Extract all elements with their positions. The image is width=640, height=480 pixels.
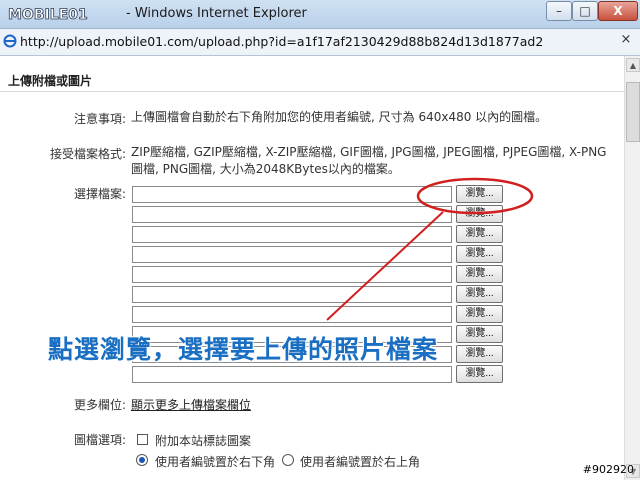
- scroll-thumb[interactable]: [626, 82, 640, 142]
- browse-button-7[interactable]: 瀏覽...: [456, 305, 503, 323]
- radio-top-right[interactable]: [282, 454, 294, 466]
- browse-button-8[interactable]: 瀏覽...: [456, 325, 503, 343]
- file-field-5[interactable]: [132, 266, 452, 283]
- close-icon[interactable]: ×: [618, 32, 634, 48]
- address-bar[interactable]: http://upload.mobile01.com/upload.php?id…: [0, 29, 640, 56]
- url-text[interactable]: http://upload.mobile01.com/upload.php?id…: [20, 34, 543, 49]
- maximize-button[interactable]: □: [572, 1, 598, 21]
- minimize-button[interactable]: –: [546, 1, 572, 21]
- file-field-10[interactable]: [132, 366, 452, 383]
- file-field-3[interactable]: [132, 226, 452, 243]
- file-field-6[interactable]: [132, 286, 452, 303]
- notice-text: 上傳圖檔會自動於右下角附加您的使用者編號, 尺寸為 640x480 以內的圖檔。: [131, 110, 548, 124]
- more-fields-link[interactable]: 顯示更多上傳檔案欄位: [131, 396, 251, 413]
- browse-button-5[interactable]: 瀏覽...: [456, 265, 503, 283]
- radio-top-right-label: 使用者編號置於右上角: [300, 455, 421, 469]
- browse-button-3[interactable]: 瀏覽...: [456, 225, 503, 243]
- browse-button-2[interactable]: 瀏覽...: [456, 205, 503, 223]
- browse-button-6[interactable]: 瀏覽...: [456, 285, 503, 303]
- mobile01-logo: MOBILE01: [8, 7, 88, 24]
- scroll-up-icon[interactable]: ▲: [626, 58, 640, 72]
- close-button[interactable]: X: [598, 1, 638, 21]
- radio-bottom-right[interactable]: [136, 454, 148, 466]
- file-field-4[interactable]: [132, 246, 452, 263]
- browse-button-9[interactable]: 瀏覽...: [456, 345, 503, 363]
- image-options-label: 圖檔選項:: [74, 433, 127, 447]
- window-titlebar: MOBILE01 - Windows Internet Explorer – □…: [0, 0, 640, 29]
- browse-button-10[interactable]: 瀏覽...: [456, 365, 503, 383]
- ie-icon: [3, 34, 17, 48]
- vertical-scrollbar[interactable]: ▲ ▼: [624, 56, 640, 480]
- svg-text:MOBILE01: MOBILE01: [8, 7, 88, 23]
- file-field-1[interactable]: [132, 186, 452, 203]
- file-field-7[interactable]: [132, 306, 452, 323]
- page-content: 上傳附檔或圖片 注意事項: 上傳圖檔會自動於右下角附加您的使用者編號, 尺寸為 …: [0, 56, 624, 480]
- formats-text: ZIP壓縮檔, GZIP壓縮檔, X-ZIP壓縮檔, GIF圖檔, JPG圖檔,…: [131, 145, 607, 176]
- select-file-label: 選擇檔案:: [74, 187, 127, 201]
- file-field-2[interactable]: [132, 206, 452, 223]
- watermark: #902920: [582, 463, 634, 476]
- logo-checkbox[interactable]: [137, 434, 148, 445]
- section-title: 上傳附檔或圖片: [8, 74, 93, 88]
- more-fields-label: 更多欄位:: [74, 398, 127, 412]
- divider: [0, 91, 624, 92]
- formats-label: 接受檔案格式:: [50, 147, 127, 161]
- radio-bottom-right-label: 使用者編號置於右下角: [155, 455, 276, 469]
- logo-checkbox-label: 附加本站標誌圖案: [155, 434, 252, 448]
- callout-text: 點選瀏覽，選擇要上傳的照片檔案: [48, 335, 439, 364]
- window-title: - Windows Internet Explorer: [126, 6, 307, 21]
- browse-button-1[interactable]: 瀏覽...: [456, 185, 503, 203]
- browse-button-4[interactable]: 瀏覽...: [456, 245, 503, 263]
- notice-label: 注意事項:: [74, 112, 127, 126]
